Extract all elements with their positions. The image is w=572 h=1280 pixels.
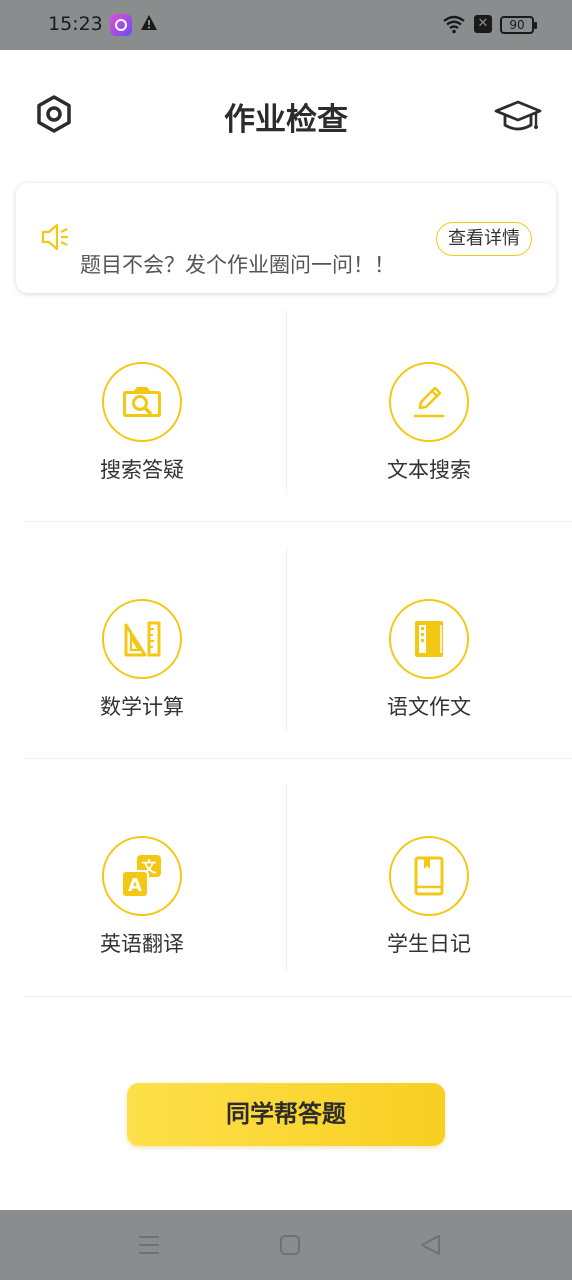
pen-icon — [413, 386, 445, 418]
feature-search-qa[interactable]: 搜索答疑 — [0, 310, 285, 520]
svg-text:A: A — [128, 875, 142, 896]
page-title: 作业检查 — [224, 102, 348, 138]
feature-label: 数学计算 — [100, 695, 184, 719]
back-triangle-icon[interactable] — [418, 1232, 444, 1258]
feature-chinese-essay[interactable]: 语文作文 — [286, 547, 572, 757]
notebook-icon — [415, 621, 443, 657]
feature-math-calc[interactable]: 数学计算 — [0, 547, 285, 757]
feature-label: 英语翻译 — [100, 932, 184, 956]
feature-icon-circle — [389, 836, 469, 916]
home-square-icon[interactable] — [277, 1232, 303, 1258]
grid-divider — [24, 521, 572, 522]
graduation-cap-icon[interactable] — [494, 96, 542, 136]
feature-label: 语文作文 — [387, 695, 471, 719]
notice-card: 题目不会？发个作业圈问一问！！ 查看详情 — [16, 183, 556, 293]
feature-icon-circle — [389, 599, 469, 679]
feature-student-diary[interactable]: 学生日记 — [286, 784, 572, 994]
app-icon — [110, 14, 132, 36]
classmate-help-button[interactable]: 同学帮答题 — [127, 1083, 445, 1146]
wifi-icon — [443, 15, 465, 34]
x-icon: ✕ — [474, 15, 492, 33]
feature-label: 文本搜索 — [387, 458, 471, 482]
translate-icon: 文 A — [121, 855, 161, 898]
feature-icon-circle: 文 A — [102, 836, 182, 916]
ruler-triangle-icon — [124, 621, 161, 657]
feature-icon-circle — [102, 599, 182, 679]
battery-icon: 90 — [500, 16, 537, 34]
system-nav-bar — [0, 1210, 572, 1280]
feature-label: 学生日记 — [387, 932, 471, 956]
warning-icon — [141, 15, 157, 30]
feature-text-search[interactable]: 文本搜索 — [286, 310, 572, 520]
view-details-button[interactable]: 查看详情 — [436, 222, 532, 256]
feature-icon-circle — [389, 362, 469, 442]
feature-grid: 搜索答疑 文本搜索 数学计算 语文作文 文 A 英语翻译 学生日记 — [0, 310, 572, 1000]
status-bar: 15:23 ✕ 90 — [0, 0, 572, 50]
speaker-icon — [41, 223, 68, 251]
feature-english-translate[interactable]: 文 A 英语翻译 — [0, 784, 285, 994]
grid-divider — [24, 996, 572, 997]
header: 作业检查 — [0, 50, 572, 170]
diary-icon — [414, 856, 444, 896]
menu-icon[interactable] — [136, 1232, 162, 1258]
feature-icon-circle — [102, 362, 182, 442]
camera-search-icon — [123, 387, 161, 417]
feature-label: 搜索答疑 — [100, 458, 184, 482]
grid-divider — [24, 758, 572, 759]
notice-text: 题目不会？发个作业圈问一问！！ — [80, 253, 395, 277]
status-time: 15:23 — [48, 13, 103, 35]
